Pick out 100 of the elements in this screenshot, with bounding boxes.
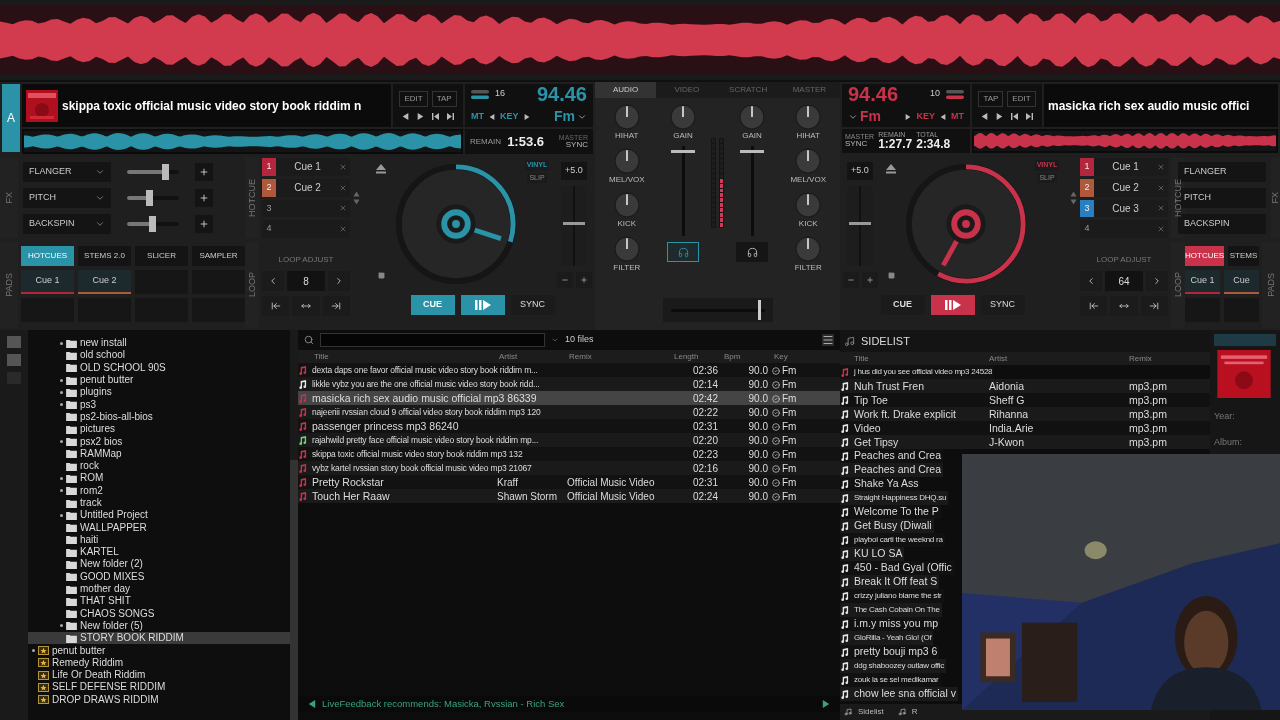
folder-item[interactable]: Untitled Project [28, 509, 290, 522]
delete-icon[interactable] [1157, 183, 1165, 192]
delete-icon[interactable] [1157, 162, 1165, 171]
headphone-button[interactable] [736, 242, 768, 262]
knob[interactable] [613, 192, 640, 218]
add-button[interactable] [195, 189, 213, 207]
track-row[interactable]: skippa toxic official music video story book riddim mp3 132 02:23 90.0 Fm [298, 447, 840, 461]
volume-fader[interactable] [670, 146, 696, 236]
loop-out-button[interactable] [322, 296, 350, 316]
eject-icon[interactable] [886, 164, 896, 174]
pitch-range-icon[interactable] [946, 89, 964, 99]
pad-mode-tab[interactable]: STEMS [1228, 246, 1259, 266]
track-row[interactable]: passenger princess mp3 86240 02:31 90.0 Fm [298, 419, 840, 433]
folder-item[interactable]: GOOD MIXES [28, 570, 290, 583]
up-icon[interactable] [353, 191, 360, 197]
loop-out-button[interactable] [1140, 296, 1168, 316]
folder-item[interactable]: psx2 bios [28, 435, 290, 448]
eject-icon[interactable] [376, 164, 386, 174]
track-row[interactable]: Get Busy (Diwali [840, 519, 934, 533]
chevron-down-icon[interactable] [551, 336, 559, 344]
up-icon[interactable] [1070, 191, 1077, 197]
track-row[interactable]: Touch Her Raaw Shawn Storm Official Music Video 02:24 90.0 Fm [298, 489, 840, 503]
sync-button[interactable]: SYNC [510, 295, 555, 315]
hotcue-slot[interactable]: 4 [262, 220, 350, 238]
edit-button[interactable]: EDIT [1007, 91, 1036, 107]
track-row[interactable]: Shake Ya Ass [840, 477, 921, 491]
pad-mode-tab[interactable]: SLICER [135, 246, 188, 266]
folder-item[interactable]: ROM [28, 472, 290, 485]
knob[interactable] [795, 104, 822, 130]
pitch-range-icon[interactable] [471, 89, 489, 99]
folder-item[interactable]: DROP DRAWS RIDDIM [28, 693, 290, 706]
track-row[interactable]: playboi carti the weeknd ra [840, 533, 945, 547]
expand-icon[interactable] [60, 390, 63, 394]
cue-button[interactable]: CUE [880, 295, 925, 315]
add-button[interactable] [195, 215, 213, 233]
mt-button[interactable]: MT [951, 109, 964, 124]
key-up-icon[interactable] [523, 113, 530, 120]
track-row[interactable]: masicka rich sex audio music official mp3 86339 02:42 90.0 Fm [298, 391, 840, 405]
pad[interactable]: Cue [1224, 270, 1259, 294]
folder-item[interactable]: rom2 [28, 484, 290, 497]
track-row[interactable]: Peaches and Crea [840, 449, 943, 463]
column-header[interactable]: Title [312, 350, 497, 363]
folder-item[interactable]: new install [28, 337, 290, 350]
folder-item[interactable]: Life Or Death Riddim [28, 669, 290, 682]
cue-button[interactable]: CUE [410, 295, 455, 315]
folder-item[interactable]: haiti [28, 533, 290, 547]
folder-item[interactable]: ps2-bios-all-bios [28, 410, 290, 424]
pad[interactable]: Cue 1 [21, 270, 74, 294]
track-row[interactable]: Video India.Arie mp3.pm [840, 421, 1210, 435]
list-options-icon[interactable] [822, 334, 834, 346]
folder-item[interactable]: rock [28, 459, 290, 473]
hotcue-slot[interactable]: 1 Cue 1 [1080, 158, 1168, 176]
folder-item[interactable]: track [28, 496, 290, 510]
mixer-tab[interactable]: AUDIO [595, 82, 657, 98]
pad-mode-tab[interactable]: SAMPLER [192, 246, 245, 266]
skip-back-icon[interactable] [1011, 113, 1018, 120]
track-row[interactable]: j hus did you see official video mp3 24528 [840, 365, 995, 379]
hotcue-slot[interactable]: 2 Cue 2 [1080, 178, 1168, 197]
knob[interactable] [795, 236, 822, 262]
expand-icon[interactable] [60, 513, 63, 517]
skip-forward-icon[interactable] [1026, 113, 1033, 120]
expand-icon[interactable] [60, 476, 63, 480]
key-down-icon[interactable] [489, 113, 495, 120]
expand-icon[interactable] [60, 403, 63, 407]
pad[interactable]: Cue 2 [78, 270, 131, 294]
folder-item[interactable]: WALLPAPPER [28, 521, 290, 534]
track-row[interactable]: ddg shaboozey outlaw offic [840, 659, 947, 673]
key-display[interactable]: Fm [860, 106, 881, 127]
pad-mode-tab[interactable]: HOTCUES [21, 246, 74, 266]
track-row[interactable]: Get Tipsy J-Kwon mp3.pm [840, 435, 1210, 449]
folder-item[interactable]: SELF DEFENSE RIDDIM [28, 681, 290, 694]
column-header[interactable]: Artist [989, 352, 1129, 365]
delete-icon[interactable] [1157, 225, 1165, 234]
folder-item[interactable]: pictures [28, 423, 290, 436]
track-row[interactable]: najeeriii rvssian cloud 9 official video story book riddim mp3 120 02:22 90.0 Fm [298, 405, 840, 419]
track-row[interactable]: zouk la se sel medikamar [840, 673, 941, 687]
add-button[interactable] [195, 163, 213, 181]
stop-icon[interactable] [377, 272, 385, 279]
track-row[interactable]: crizzy juliano blame the str [840, 589, 944, 603]
folder-item[interactable]: New folder (2) [28, 558, 290, 571]
panel-tab[interactable]: Sidelist [844, 706, 884, 718]
track-row[interactable]: Welcome To the P [840, 505, 941, 519]
mt-button[interactable]: MT [471, 109, 484, 124]
track-row[interactable]: dexta daps one favor official music video story book riddim m... 02:36 90.0 Fm [298, 363, 840, 377]
track-row[interactable]: rajahwild pretty face official music video story book riddim mp... 02:20 90.0 Fm [298, 433, 840, 447]
search-field[interactable] [320, 333, 545, 347]
track-row[interactable]: The Cash Cobain On The [840, 603, 942, 617]
expand-icon[interactable] [60, 489, 63, 493]
pad[interactable]: Cue 1 [1185, 270, 1220, 294]
column-header[interactable]: Length [672, 350, 722, 363]
key-display[interactable]: Fm [554, 106, 575, 127]
column-header[interactable]: Title [854, 352, 989, 365]
folder-item[interactable]: CHAOS SONGS [28, 607, 290, 620]
play-pause-button[interactable] [930, 295, 975, 315]
expand-icon[interactable] [60, 624, 63, 628]
next-icon[interactable] [996, 113, 1003, 120]
next-recommendation-icon[interactable] [822, 700, 830, 708]
knob[interactable] [613, 148, 640, 174]
column-header[interactable]: Key [772, 350, 818, 363]
folder-item[interactable]: RAMMap [28, 447, 290, 460]
